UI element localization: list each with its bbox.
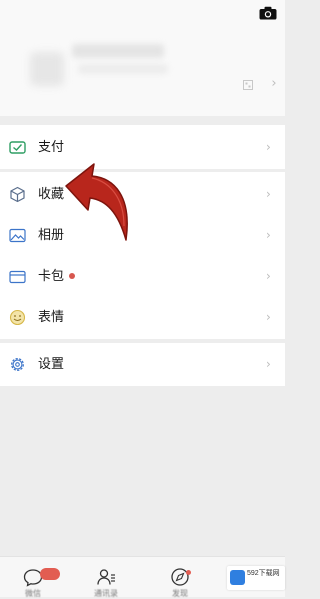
menu-item-cards[interactable]: 卡包 ›	[0, 256, 285, 297]
tab-discover[interactable]: 发现	[160, 561, 200, 598]
notification-dot	[186, 570, 191, 575]
menu-item-label: 卡包	[38, 269, 65, 284]
tab-label: 发现	[172, 589, 188, 598]
tab-contacts[interactable]: 通讯录	[86, 561, 126, 598]
profile-name-blurred	[72, 44, 164, 58]
camera-icon[interactable]	[259, 6, 277, 20]
pay-icon	[9, 141, 26, 154]
avatar[interactable]	[30, 52, 64, 86]
menu-item-pay[interactable]: 支付 ›	[0, 127, 285, 168]
annotation-arrow-icon	[65, 163, 128, 241]
tab-label: 通讯录	[94, 589, 118, 598]
menu-item-label: 表情	[38, 310, 65, 325]
menu-item-stickers[interactable]: 表情 ›	[0, 297, 285, 338]
chevron-right-icon: ›	[266, 357, 271, 371]
profile-id-blurred	[78, 64, 168, 74]
gear-icon	[11, 358, 24, 371]
chevron-right-icon: ›	[266, 310, 271, 324]
watermark-logo-icon	[230, 570, 245, 585]
profile-header[interactable]: ›	[0, 0, 285, 116]
favorites-cube-icon	[10, 186, 25, 203]
menu-item-settings[interactable]: 设置 ›	[0, 344, 285, 385]
menu-item-favorites[interactable]: 收藏 ›	[0, 174, 285, 215]
chevron-right-icon: ›	[266, 140, 271, 154]
watermark-text: 592下载网	[247, 570, 280, 577]
qr-code-icon[interactable]	[243, 80, 253, 90]
menu-group-settings: 设置 ›	[0, 343, 285, 386]
contacts-person-icon	[97, 569, 115, 585]
sticker-smiley-icon	[9, 309, 26, 326]
menu-group-main: 收藏 › 相册 › 卡包 › 表情 ›	[0, 172, 285, 339]
chevron-right-icon: ›	[266, 187, 271, 201]
unread-badge	[40, 568, 60, 580]
menu-item-label: 设置	[38, 357, 65, 372]
chevron-right-icon: ›	[266, 228, 271, 242]
chevron-right-icon: ›	[266, 269, 271, 283]
tab-label: 微信	[25, 589, 41, 598]
chevron-right-icon: ›	[271, 76, 277, 91]
menu-group-pay: 支付 ›	[0, 125, 285, 169]
album-icon	[9, 228, 26, 243]
notification-dot	[69, 273, 75, 279]
card-wallet-icon	[9, 270, 26, 284]
menu-item-album[interactable]: 相册 ›	[0, 215, 285, 256]
site-watermark: 592下载网	[227, 566, 285, 590]
